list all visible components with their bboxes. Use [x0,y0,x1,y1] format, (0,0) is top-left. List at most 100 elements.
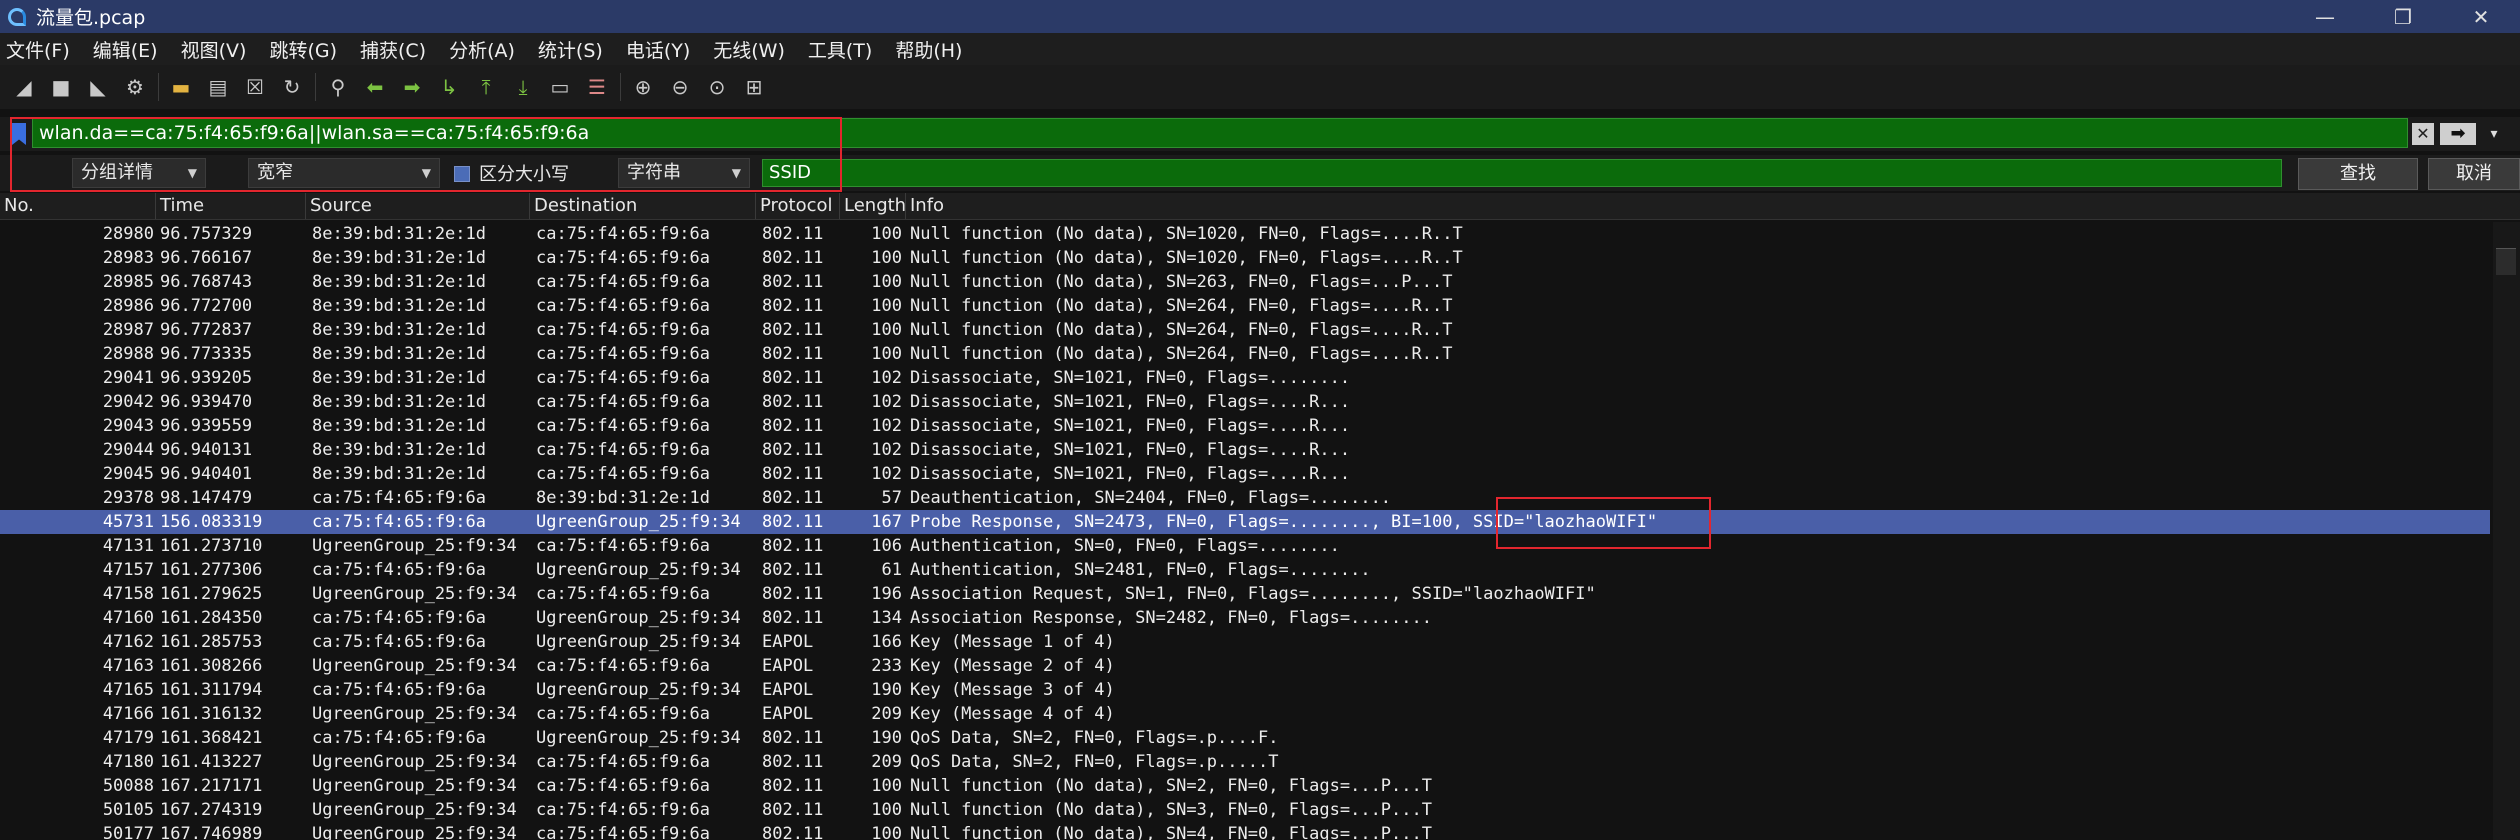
go-forward-arrow-icon[interactable]: ➡ [398,73,426,101]
table-row[interactable]: 28987 96.772837 8e:39:bd:31:2e:1d ca:75:f4:… [0,318,2490,342]
table-row[interactable]: 28983 96.766167 8e:39:bd:31:2e:1d ca:75:f4:… [0,246,2490,270]
table-row[interactable]: 47160 161.284350 ca:75:f4:65:f9:6a UgreenGr… [0,606,2490,630]
go-back-arrow-icon[interactable]: ⬅ [361,73,389,101]
packet-list-scrollbar[interactable] [2493,222,2520,840]
cell-no: 47166 [102,704,154,724]
table-row[interactable]: 28986 96.772700 8e:39:bd:31:2e:1d ca:75:f4:… [0,294,2490,318]
filter-history-chevron-icon[interactable]: ▾ [2482,123,2506,145]
column-header-protocol[interactable]: Protocol [756,193,840,219]
cell-length: 233 [871,656,902,676]
table-row[interactable]: 29045 96.940401 8e:39:bd:31:2e:1d ca:75:f4:… [0,462,2490,486]
table-row[interactable]: 29042 96.939470 8e:39:bd:31:2e:1d ca:75:f4:… [0,390,2490,414]
restore-button[interactable]: ❐ [2364,0,2442,33]
cell-info: QoS Data, SN=2, FN=0, Flags=.p.....T [910,752,1279,772]
table-row[interactable]: 47157 161.277306 ca:75:f4:65:f9:6a UgreenGr… [0,558,2490,582]
table-row[interactable]: 29041 96.939205 8e:39:bd:31:2e:1d ca:75:f4:… [0,366,2490,390]
minimize-button[interactable]: — [2286,0,2364,33]
zoom-out-icon[interactable]: ⊖ [666,73,694,101]
column-header-destination[interactable]: Destination [530,193,756,219]
table-row[interactable]: 50088 167.217171 UgreenGroup_25:f9:34 ca:75… [0,774,2490,798]
menu-tools[interactable]: 工具(T) [808,36,872,63]
file-icon[interactable]: ▤ [204,73,232,101]
resize-columns-icon[interactable]: ⊞ [740,73,768,101]
menu-statistics[interactable]: 统计(S) [538,36,603,63]
colorize-icon[interactable]: ☰ [583,73,611,101]
cell-time: 96.939205 [160,368,253,388]
table-row[interactable]: 47166 161.316132 UgreenGroup_25:f9:34 ca:75… [0,702,2490,726]
cell-protocol: 802.11 [762,344,824,364]
menu-go[interactable]: 跳转(G) [269,36,337,63]
restart-fin-icon[interactable]: ◣ [84,73,112,101]
column-header-length[interactable]: Length [840,193,906,219]
table-row[interactable]: 47158 161.279625 UgreenGroup_25:f9:34 ca:75… [0,582,2490,606]
clear-filter-icon[interactable]: ✕ [2412,123,2434,145]
zoom-in-icon[interactable]: ⊕ [629,73,657,101]
cell-time: 161.316132 [160,704,263,724]
cell-destination: ca:75:f4:65:f9:6a [536,416,710,436]
stop-square-icon[interactable]: ■ [47,73,75,101]
cell-source: UgreenGroup_25:f9:34 [312,536,517,556]
packet-list: 28980 96.757329 8e:39:bd:31:2e:1d ca:75:f4:… [0,222,2490,840]
cell-destination: UgreenGroup_25:f9:34 [536,632,741,652]
table-row[interactable]: 47165 161.311794 ca:75:f4:65:f9:6a UgreenGr… [0,678,2490,702]
cell-source: UgreenGroup_25:f9:34 [312,800,517,820]
table-row[interactable]: 47131 161.273710 UgreenGroup_25:f9:34 ca:75… [0,534,2490,558]
cell-time: 96.940131 [160,440,253,460]
toolbar-separator [620,73,621,101]
column-header-info[interactable]: Info [906,193,2506,219]
find-magnifier-icon[interactable]: ⚲ [324,73,352,101]
table-row[interactable]: 45731 156.083319 ca:75:f4:65:f9:6a UgreenGr… [0,510,2490,534]
menu-wireless[interactable]: 无线(W) [713,36,785,63]
close-file-icon[interactable]: ☒ [241,73,269,101]
cell-length: 166 [871,632,902,652]
column-header-no[interactable]: No. [0,193,156,219]
table-row[interactable]: 29378 98.147479 ca:75:f4:65:f9:6a 8e:39:bd:… [0,486,2490,510]
table-row[interactable]: 47180 161.413227 UgreenGroup_25:f9:34 ca:75… [0,750,2490,774]
menu-view[interactable]: 视图(V) [181,36,247,63]
open-folder-icon[interactable]: ▬ [167,73,195,101]
menu-analyze[interactable]: 分析(A) [449,36,515,63]
shark-fin-start-icon[interactable]: ◢ [10,73,38,101]
cell-no: 47157 [102,560,154,580]
table-row[interactable]: 29043 96.939559 8e:39:bd:31:2e:1d ca:75:f4:… [0,414,2490,438]
cell-length: 100 [871,224,902,244]
cell-length: 209 [871,752,902,772]
cell-destination: 8e:39:bd:31:2e:1d [536,488,710,508]
options-gear-icon[interactable]: ⚙ [121,73,149,101]
cell-no: 47131 [102,536,154,556]
table-row[interactable]: 47162 161.285753 ca:75:f4:65:f9:6a UgreenGr… [0,630,2490,654]
menu-help[interactable]: 帮助(H) [895,36,962,63]
menu-bar: 文件(F) 编辑(E) 视图(V) 跳转(G) 捕获(C) 分析(A) 统计(S… [0,33,2520,65]
table-row[interactable]: 50105 167.274319 UgreenGroup_25:f9:34 ca:75… [0,798,2490,822]
normal-size-icon[interactable]: ⊙ [703,73,731,101]
close-button[interactable]: ✕ [2442,0,2520,33]
cell-destination: ca:75:f4:65:f9:6a [536,824,710,840]
find-button[interactable]: 查找 [2298,158,2418,190]
table-row[interactable]: 47163 161.308266 UgreenGroup_25:f9:34 ca:75… [0,654,2490,678]
cancel-button[interactable]: 取消 [2428,158,2520,190]
first-packet-icon[interactable]: ⤒ [472,73,500,101]
packet-list-header: No. Time Source Destination Protocol Len… [0,193,2520,220]
cell-protocol: 802.11 [762,776,824,796]
table-row[interactable]: 28988 96.773335 8e:39:bd:31:2e:1d ca:75:f4:… [0,342,2490,366]
menu-file[interactable]: 文件(F) [6,36,70,63]
table-row[interactable]: 47179 161.368421 ca:75:f4:65:f9:6a UgreenGr… [0,726,2490,750]
menu-telephony[interactable]: 电话(Y) [626,36,690,63]
cell-destination: ca:75:f4:65:f9:6a [536,320,710,340]
table-row[interactable]: 28985 96.768743 8e:39:bd:31:2e:1d ca:75:f4:… [0,270,2490,294]
last-packet-icon[interactable]: ⤓ [509,73,537,101]
menu-capture[interactable]: 捕获(C) [360,36,426,63]
table-row[interactable]: 50177 167.746989 UgreenGroup_25:f9:34 ca:75… [0,822,2490,840]
autoscroll-icon[interactable]: ▭ [546,73,574,101]
apply-filter-arrow-icon[interactable]: ➡ [2440,123,2476,145]
search-string-input[interactable]: SSID [762,159,2282,187]
column-header-time[interactable]: Time [156,193,306,219]
cell-destination: ca:75:f4:65:f9:6a [536,656,710,676]
scrollbar-thumb[interactable] [2496,248,2516,275]
reload-icon[interactable]: ↻ [278,73,306,101]
go-to-packet-icon[interactable]: ↳ [435,73,463,101]
menu-edit[interactable]: 编辑(E) [93,36,158,63]
table-row[interactable]: 28980 96.757329 8e:39:bd:31:2e:1d ca:75:f4:… [0,222,2490,246]
column-header-source[interactable]: Source [306,193,530,219]
table-row[interactable]: 29044 96.940131 8e:39:bd:31:2e:1d ca:75:f4:… [0,438,2490,462]
